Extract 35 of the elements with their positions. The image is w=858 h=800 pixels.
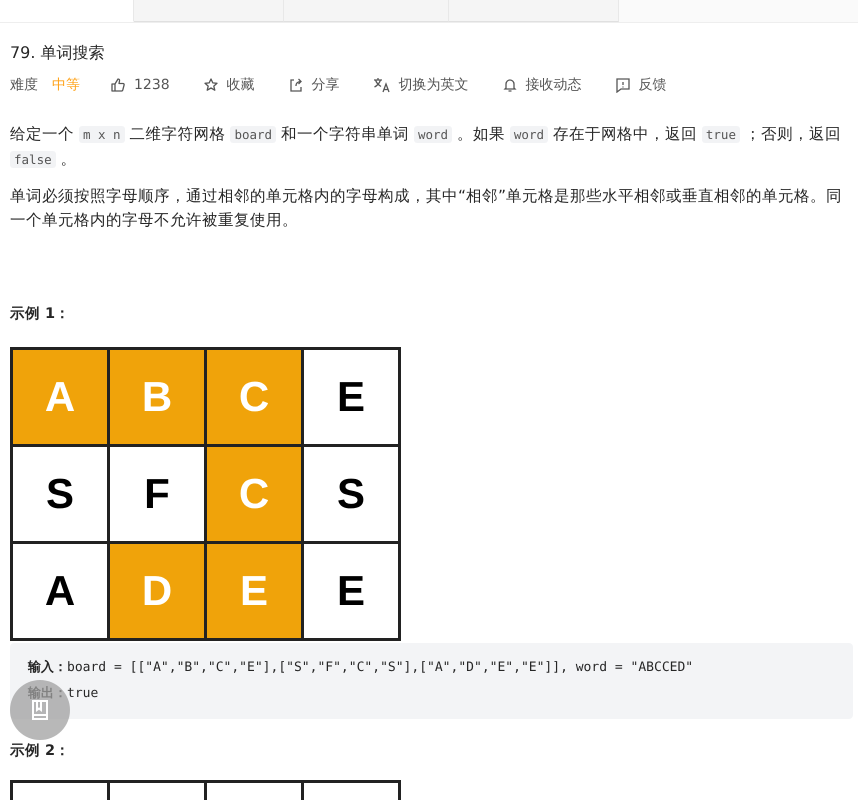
action-button[interactable]: 接收动态 <box>502 76 582 94</box>
thumbs-up-icon <box>110 77 126 93</box>
tab[interactable] <box>284 0 449 22</box>
tab[interactable] <box>449 0 619 22</box>
description-paragraph: 单词必须按照字母顺序，通过相邻的单元格内的字母构成，其中“相邻”单元格是那些水平相邻或垂直相邻的单元格。同一个单元格内的字母不允许被重复使用。 <box>10 186 844 231</box>
like-button[interactable]: 1238 <box>110 77 170 93</box>
grid-cell: B <box>107 347 207 447</box>
bell-icon <box>502 77 518 93</box>
grid-cell: A <box>10 347 110 447</box>
grid-cell: D <box>107 541 207 641</box>
translate-icon <box>372 77 391 93</box>
grid-cell: E <box>204 541 304 641</box>
description-paragraph: 给定一个 m x n 二维字符网格 board 和一个字符串单词 word 。如果 word 存在于网格中，返回 true ；否则，返回 false 。 <box>10 124 842 170</box>
example-heading: 示例 1： <box>10 305 72 323</box>
problem-title: 79. 单词搜索 <box>10 43 106 64</box>
input-value: board = [["A","B","C","E"],["S","F","C","S"],["A","D","E","E"]], word = "ABCCED" <box>67 660 694 675</box>
share-icon <box>288 77 304 93</box>
grid-cell: E <box>301 541 401 641</box>
star-icon <box>202 77 219 93</box>
action-button[interactable]: 分享 <box>288 76 340 94</box>
difficulty-value: 中等 <box>52 76 80 94</box>
action-button[interactable]: 收藏 <box>202 76 255 94</box>
output-value: true <box>67 686 98 701</box>
grid-cell: E <box>301 347 401 447</box>
grid-cell: A <box>10 541 110 641</box>
action-button[interactable]: 切换为英文 <box>372 76 469 94</box>
grid-cell: C <box>204 347 304 447</box>
tab[interactable] <box>134 0 284 22</box>
input-label: 输入： <box>28 660 67 675</box>
tab[interactable] <box>0 0 134 22</box>
grid-cell: C <box>204 444 304 544</box>
feedback-icon <box>614 77 631 93</box>
example-heading: 示例 2： <box>10 742 72 760</box>
difficulty-label: 难度 <box>10 76 38 94</box>
action-button[interactable]: 反馈 <box>614 76 667 94</box>
